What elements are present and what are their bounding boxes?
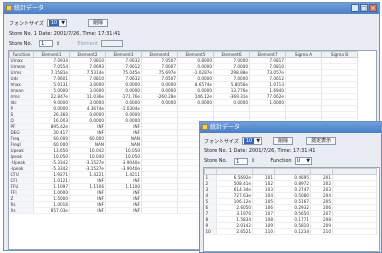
subwindow-titlebar[interactable]: 統計データ [200,122,381,133]
function-select[interactable]: U ▼ [294,157,313,165]
function-chevron-down-icon: ▼ [306,158,311,164]
store-no-label: Store No. [9,40,33,47]
font-size-value: 10 [48,20,60,26]
table-cell: 857.03e [33,207,70,214]
font-size-select[interactable]: 10 ▼ [46,19,68,27]
sub-store-info: Store No. 1 Date: 2001/7/26, Time: 17:31… [204,148,316,154]
store-info: Store No. 1 Date: 2001/7/26, Time: 17:31… [9,31,121,37]
store-no-input[interactable]: 1 [39,40,54,47]
subwindow-title: 統計データ [210,124,241,131]
sub-spin-arrows-icon[interactable]: ⇕ [251,158,255,164]
statistics-window-titlebar[interactable]: 統計データ _ □ × [4,3,379,14]
maximize-icon[interactable]: □ [360,4,368,12]
sub-store-no-input[interactable]: 1 [234,157,249,165]
row-header-cell: Xs [9,207,34,214]
spin-arrows-icon[interactable]: ⇕ [56,41,60,47]
sub-delete-button[interactable]: 削除 [273,137,294,145]
sub-store-no-label: Store No. [204,158,228,164]
row-header-cell: 10 [204,228,217,235]
window-controls: _ □ × [351,4,377,12]
app-icon [6,5,12,11]
table-cell: 110 [252,228,275,235]
chevron-down-icon: ▼ [61,20,66,26]
table-cell [332,228,377,235]
sub-statistics-table[interactable]: 1 6.5692e 101 0.4695 201 2 508.41e 102 0.8972 202… [203,167,380,252]
element-input-disabled [101,40,124,47]
statistics-subwindow: 統計データ フォントサイズ 10 ▼ 削除 測定表示 Store No. 1 D… [199,121,382,253]
sub-clear-button[interactable]: 測定表示 [306,137,337,145]
function-value: U [296,158,301,164]
element-label-disabled: Element [77,40,99,47]
function-label: Function [270,158,292,164]
sub-font-size-label: フォントサイズ [204,138,239,145]
table-cell: 0.1234 [274,228,311,235]
minimize-icon[interactable]: _ [351,4,359,12]
delete-button[interactable]: 削除 [88,19,109,27]
sub-app-icon [202,124,208,130]
table-cell: INF [105,207,142,214]
table-cell: 210 [310,228,333,235]
table-row[interactable]: 10 2.6521 110 0.1234 210 [204,228,377,235]
sub-font-size-value: 10 [243,138,255,144]
table-cell [141,207,178,214]
font-size-label: フォントサイズ [9,20,44,27]
close-icon[interactable]: × [369,4,377,12]
sub-chevron-down-icon: ▼ [256,138,261,144]
table-cell: INF [69,207,106,214]
column-header[interactable]: Function [9,51,34,58]
window-title: 統計データ [14,5,45,12]
table-cell: 2.6521 [216,228,253,235]
sub-font-size-select[interactable]: 10 ▼ [241,137,263,145]
